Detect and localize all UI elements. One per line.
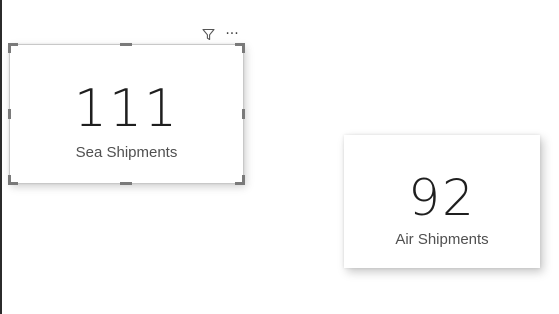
filter-icon[interactable]: [200, 26, 216, 42]
resize-handle-top[interactable]: [120, 43, 132, 46]
more-options-icon[interactable]: ···: [224, 26, 240, 42]
resize-handle-right[interactable]: [242, 109, 245, 119]
kpi-label: Air Shipments: [395, 231, 489, 248]
resize-handle-top-right-v[interactable]: [242, 43, 245, 53]
report-canvas: ··· 111 Sea Shipments 92 Air Shipments: [0, 0, 559, 314]
kpi-card-air-shipments[interactable]: 92 Air Shipments: [344, 135, 540, 268]
resize-handle-bottom[interactable]: [120, 182, 132, 185]
resize-handle-bottom-right-v[interactable]: [242, 175, 245, 185]
canvas-left-edge: [0, 0, 2, 314]
resize-handle-left[interactable]: [8, 109, 11, 119]
kpi-value: 111: [73, 79, 180, 139]
kpi-card-sea-shipments[interactable]: 111 Sea Shipments: [9, 44, 244, 184]
resize-handle-bottom-left-v[interactable]: [8, 175, 11, 185]
resize-handle-top-left-v[interactable]: [8, 43, 11, 53]
kpi-value: 92: [408, 169, 476, 227]
kpi-label: Sea Shipments: [75, 144, 178, 161]
visual-header: ···: [200, 26, 246, 42]
